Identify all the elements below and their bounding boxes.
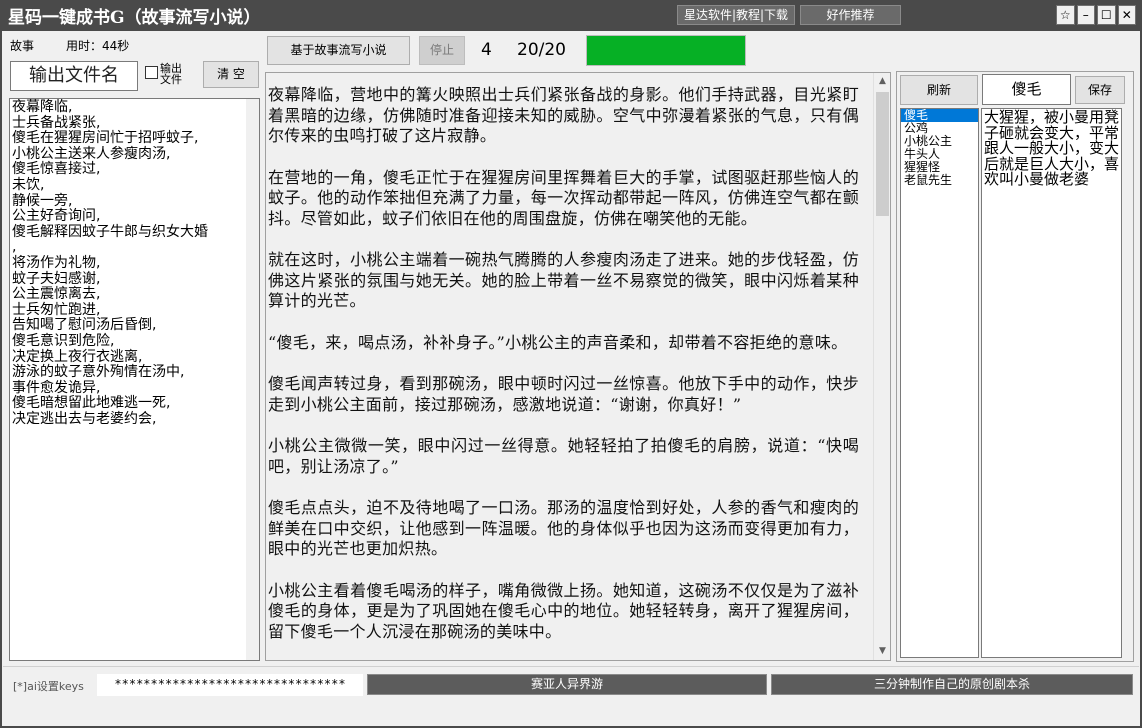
filename-placeholder: 输出文件名 — [29, 65, 119, 86]
outline-line: 傻毛在猩猩房间忙于招呼蚊子, — [12, 130, 199, 147]
character-description-text: 大猩猩，被小曼用凳子砸就会变大，平常跟人一般大小，变大后就是巨人大小，喜欢叫小曼… — [984, 108, 1120, 188]
maximize-icon[interactable]: ☐ — [1097, 5, 1116, 25]
promo-button-1[interactable]: 赛亚人异界游 — [367, 674, 767, 695]
story-paragraph: 小桃公主看着傻毛喝汤的样子，嘴角微微上扬。她知道，这碗汤不仅仅是为了滋补傻毛的身… — [268, 580, 859, 641]
outline-line: , — [12, 239, 17, 256]
pin-icon[interactable]: ☆ — [1056, 5, 1075, 25]
character-name-value: 傻毛 — [1011, 80, 1042, 98]
recommend-button[interactable]: 好作推荐 — [800, 5, 901, 25]
story-paragraph: 夜幕降临，营地中的篝火映照出士兵们紧张备战的身影。他们手持武器，目光紧盯着黑暗的… — [268, 85, 859, 145]
outline-text: 夜幕降临, 士兵备战紧张, 傻毛在猩猩房间忙于招呼蚊子, 小桃公主送来人参瘦肉汤, 傻毛… — [10, 99, 259, 428]
outline-line: 士兵备战紧张, — [12, 114, 101, 131]
progress-bar — [586, 35, 746, 66]
story-scrollbar[interactable]: ▲ ▼ — [873, 73, 890, 660]
outline-line: 决定逃出去与老婆约会, — [12, 410, 157, 427]
character-description[interactable]: 大猩猩，被小曼用凳子砸就会变大，平常跟人一般大小，变大后就是巨人大小，喜欢叫小曼… — [981, 108, 1122, 658]
keys-label[interactable]: [*]ai设置keys — [13, 678, 84, 694]
bottom-divider — [3, 666, 1139, 667]
story-text: 夜幕降临，营地中的篝火映照出士兵们紧张备战的身影。他们手持武器，目光紧盯着黑暗的… — [266, 73, 871, 642]
story-paragraph: 就在这时，小桃公主端着一碗热气腾腾的人参瘦肉汤走了进来。她的步伐轻盈，仿佛这片紧… — [268, 250, 859, 310]
refresh-button[interactable]: 刷新 — [900, 75, 978, 105]
output-file-checkbox[interactable] — [145, 66, 158, 79]
story-paragraph: 在营地的一角，傻毛正忙于在猩猩房间里挥舞着巨大的手掌，试图驱赶那些恼人的蚊子。他… — [268, 167, 859, 228]
outline-line: 公主震惊离去, — [12, 286, 101, 303]
character-list[interactable]: 傻毛 公鸡 小桃公主 牛头人 猩猩怪 老鼠先生 — [900, 108, 979, 658]
character-list-item[interactable]: 老鼠先生 — [901, 174, 978, 187]
window-title: 星码一键成书G（故事流写小说） — [8, 8, 261, 28]
story-paragraph: 傻毛点点头，迫不及待地喝了一口汤。那汤的温度恰到好处，人参的香气和瘦肉的鲜美在口… — [268, 498, 859, 558]
outline-line: 告知喝了慰问汤后昏倒, — [12, 317, 157, 334]
outline-line: 事件愈发诡异, — [12, 379, 101, 396]
outline-line: 夜幕降临, — [12, 99, 73, 115]
scroll-up-icon[interactable]: ▲ — [874, 73, 890, 90]
outline-line: 傻毛惊喜接过, — [12, 161, 101, 178]
save-button[interactable]: 保存 — [1075, 76, 1125, 104]
outline-line: 傻毛解释因蚊子牛郎与织女大婚 — [12, 223, 208, 240]
outline-scrollbar[interactable] — [246, 99, 259, 660]
promo-button-2[interactable]: 三分钟制作自己的原创剧本杀 — [771, 674, 1133, 695]
character-name-field[interactable]: 傻毛 — [982, 74, 1071, 105]
outline-line: 蚊子夫妇感谢, — [12, 270, 101, 287]
output-file-label: 输出文件 — [160, 62, 182, 86]
scroll-thumb[interactable] — [876, 92, 889, 216]
outline-textarea[interactable]: 夜幕降临, 士兵备战紧张, 傻毛在猩猩房间忙于招呼蚊子, 小桃公主送来人参瘦肉汤, 傻毛… — [9, 98, 260, 661]
story-paragraph: “傻毛，来，喝点汤，补补身子。”小桃公主的声音柔和，却带着不容拒绝的意味。 — [268, 332, 848, 352]
outline-line: 傻毛暗想留此地难逃一死, — [12, 395, 171, 412]
keys-field[interactable]: ******************************** — [97, 674, 363, 696]
clear-button[interactable]: 清 空 — [203, 61, 259, 88]
outline-line: 游泳的蚊子意外殉情在汤中, — [12, 364, 185, 381]
story-textarea[interactable]: 夜幕降临，营地中的篝火映照出士兵们紧张备战的身影。他们手持武器，目光紧盯着黑暗的… — [265, 72, 891, 661]
minimize-icon[interactable]: – — [1076, 5, 1095, 25]
outline-line: 公主好奇询问, — [12, 208, 101, 225]
stop-button[interactable]: 停止 — [419, 36, 465, 65]
character-list-items: 傻毛 公鸡 小桃公主 牛头人 猩猩怪 老鼠先生 — [901, 109, 978, 187]
chapter-count: 4 — [481, 40, 492, 60]
outline-line: 决定换上夜行衣逃离, — [12, 348, 143, 365]
outline-line: 未饮, — [12, 176, 45, 193]
outline-line: 将汤作为礼物, — [12, 254, 101, 271]
description-scrollbar[interactable] — [1123, 108, 1131, 658]
outline-line: 傻毛意识到危险, — [12, 332, 115, 349]
story-paragraph: 傻毛闻声转过身，看到那碗汤，眼中顿时闪过一丝惊喜。他放下手中的动作，快步走到小桃… — [268, 374, 859, 414]
scroll-down-icon[interactable]: ▼ — [874, 643, 890, 660]
filename-field[interactable]: 输出文件名 — [10, 61, 138, 91]
elapsed-time: 用时：44秒 — [66, 39, 130, 53]
links-button[interactable]: 星达软件|教程|下载 — [677, 5, 795, 25]
progress-counter: 20/20 — [517, 40, 566, 60]
outline-line: 士兵匆忙跑进, — [12, 301, 101, 318]
mode-label: 故事 — [10, 39, 35, 53]
story-paragraph: 小桃公主微微一笑，眼中闪过一丝得意。她轻轻拍了拍傻毛的肩膀，说道：“快喝吧，别让… — [268, 436, 859, 476]
close-icon[interactable]: ✕ — [1117, 5, 1136, 25]
generate-novel-button[interactable]: 基于故事流写小说 — [267, 36, 410, 65]
window-controls: ☆ – ☐ ✕ — [1056, 5, 1136, 25]
outline-line: 静候一旁, — [12, 192, 73, 209]
progress-fill — [587, 36, 745, 65]
